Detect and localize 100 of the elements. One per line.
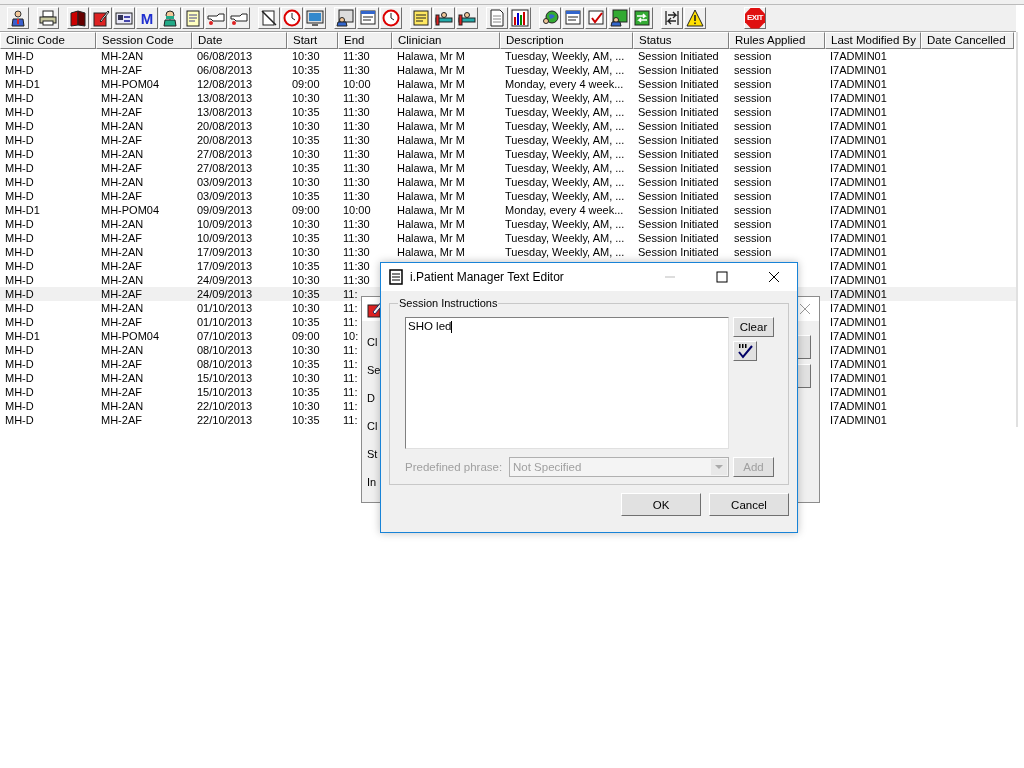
ok-button[interactable]: OK	[621, 493, 701, 516]
table-cell: Halawa, Mr M	[397, 120, 465, 132]
table-cell: MH-D1	[5, 204, 40, 216]
column-header[interactable]: Status	[633, 32, 729, 49]
bed-icon	[435, 9, 453, 27]
toolbar-button[interactable]	[67, 7, 89, 29]
table-cell: 11:30	[343, 246, 370, 258]
toolbar-button[interactable]	[90, 7, 112, 29]
exit-button[interactable]: EXIT	[744, 7, 766, 29]
table-cell: I7ADMIN01	[830, 372, 887, 384]
table-cell: Halawa, Mr M	[397, 64, 465, 76]
table-cell: MH-POM04	[101, 204, 160, 216]
masked-person-icon	[161, 9, 179, 27]
table-cell: session	[734, 148, 772, 160]
column-header[interactable]: Start	[287, 32, 338, 49]
column-header[interactable]: Last Modified By	[825, 32, 921, 49]
toolbar-button[interactable]	[539, 7, 561, 29]
table-cell: 11:30	[343, 148, 370, 160]
table-cell: I7ADMIN01	[830, 414, 887, 426]
table-cell: 11:30	[343, 50, 370, 62]
toolbar-button[interactable]	[37, 7, 59, 29]
table-cell: Tuesday, Weekly, AM, ...	[505, 120, 625, 132]
close-icon[interactable]	[768, 271, 780, 283]
toolbar-button[interactable]	[456, 7, 478, 29]
table-cell: MH-D	[5, 246, 34, 258]
table-cell: Tuesday, Weekly, AM, ...	[505, 246, 625, 258]
table-cell: 08/10/2013	[197, 358, 253, 370]
table-cell: 10:35	[292, 288, 320, 300]
toolbar-button[interactable]: M	[136, 7, 158, 29]
note-icon	[412, 9, 430, 27]
column-header[interactable]: Date Cancelled	[921, 32, 1014, 49]
toolbar-button[interactable]	[113, 7, 135, 29]
table-cell: 24/09/2013	[197, 274, 253, 286]
table-cell: I7ADMIN01	[830, 134, 887, 146]
printer-icon	[39, 9, 57, 27]
table-cell: 13/08/2013	[197, 92, 253, 104]
toolbar-button[interactable]	[661, 7, 683, 29]
toolbar-button[interactable]	[258, 7, 280, 29]
field-label: D	[367, 391, 375, 405]
table-cell: Session Initiated	[638, 246, 719, 258]
table-cell: MH-2AN	[101, 302, 144, 314]
toolbar-button[interactable]	[159, 7, 181, 29]
table-cell: MH-2AF	[101, 162, 142, 174]
table-cell: 27/08/2013	[197, 148, 253, 160]
toolbar-button[interactable]	[7, 7, 29, 29]
cancel-button[interactable]: Cancel	[709, 493, 789, 516]
table-cell: MH-D1	[5, 330, 40, 342]
table-cell: 10:30	[292, 218, 320, 230]
person-icon	[9, 9, 27, 27]
column-header[interactable]: Date	[192, 32, 287, 49]
table-cell: MH-2AF	[101, 414, 142, 426]
clear-button[interactable]: Clear	[733, 317, 774, 337]
table-cell: 20/08/2013	[197, 134, 253, 146]
column-header[interactable]: End	[338, 32, 392, 49]
person-screen-icon	[610, 9, 628, 27]
table-cell: MH-D1	[5, 78, 40, 90]
toolbar-button[interactable]	[631, 7, 653, 29]
table-cell: session	[734, 106, 772, 118]
spell-check-button[interactable]	[733, 341, 757, 361]
table-cell: Session Initiated	[638, 106, 719, 118]
table-cell: MH-D	[5, 92, 34, 104]
monitor-icon	[306, 9, 324, 27]
table-cell: MH-2AN	[101, 400, 144, 412]
table-cell: I7ADMIN01	[830, 50, 887, 62]
table-cell: 11:	[343, 386, 358, 398]
table-cell: Halawa, Mr M	[397, 162, 465, 174]
table-cell: 15/10/2013	[197, 386, 253, 398]
toolbar-button[interactable]	[608, 7, 630, 29]
column-header[interactable]: Rules Applied	[729, 32, 825, 49]
document-icon	[488, 9, 506, 27]
table-cell: Halawa, Mr M	[397, 246, 465, 258]
table-cell: MH-D	[5, 50, 34, 62]
table-cell: I7ADMIN01	[830, 358, 887, 370]
toolbar-button[interactable]	[334, 7, 356, 29]
text-area[interactable]: SHO led	[405, 317, 729, 449]
column-header[interactable]: Description	[500, 32, 633, 49]
table-cell: session	[734, 50, 772, 62]
table-cell: 10:00	[343, 78, 371, 90]
table-cell: I7ADMIN01	[830, 400, 887, 412]
table-cell: MH-POM04	[101, 78, 160, 90]
table-cell: 10:35	[292, 190, 320, 202]
table-cell: 11:30	[343, 260, 370, 272]
notepad-icon	[184, 9, 202, 27]
table-cell: 03/09/2013	[197, 176, 253, 188]
table-cell: I7ADMIN01	[830, 204, 887, 216]
table-cell: MH-2AF	[101, 190, 142, 202]
toolbar-button[interactable]	[433, 7, 455, 29]
toolbar-button[interactable]	[509, 7, 531, 29]
table-cell: MH-2AF	[101, 316, 142, 328]
table-cell: Tuesday, Weekly, AM, ...	[505, 218, 625, 230]
column-header[interactable]: Clinician	[392, 32, 500, 49]
table-cell: 10:35	[292, 316, 320, 328]
table-cell: 10:35	[292, 260, 320, 272]
table-cell: Monday, every 4 week...	[505, 204, 624, 216]
column-header[interactable]: Session Code	[96, 32, 192, 49]
maximize-icon[interactable]	[716, 271, 728, 283]
table-cell: session	[734, 176, 772, 188]
toolbar-button[interactable]	[684, 7, 706, 29]
clock-icon	[283, 9, 301, 27]
column-header[interactable]: Clinic Code	[0, 32, 96, 49]
